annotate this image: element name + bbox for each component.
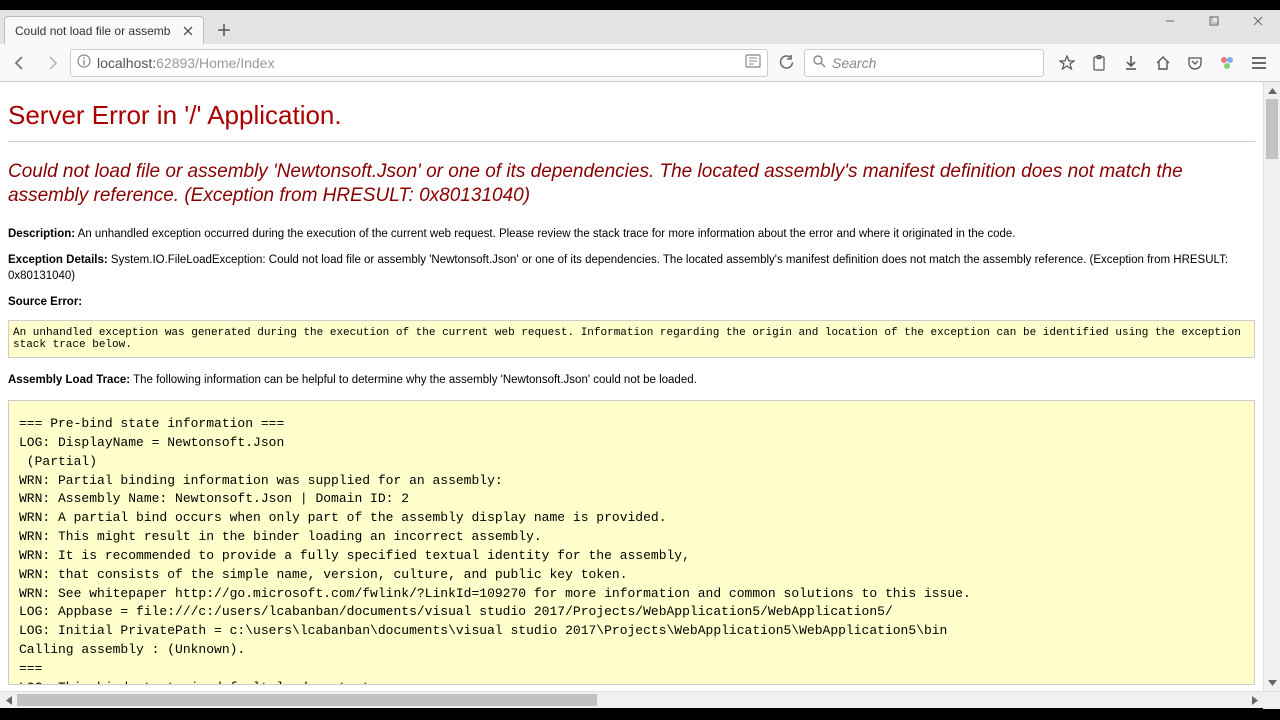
description-text: An unhandled exception occurred during t…	[78, 228, 1016, 240]
menu-icon[interactable]	[1244, 49, 1274, 77]
extension-icon[interactable]	[1212, 49, 1242, 77]
back-button[interactable]	[6, 49, 34, 77]
reader-mode-icon[interactable]	[745, 54, 761, 71]
new-tab-button[interactable]	[210, 16, 238, 44]
url-bar[interactable]: localhost:62893/Home/Index	[70, 49, 768, 77]
close-window-button[interactable]	[1236, 10, 1280, 32]
scroll-left-icon[interactable]	[0, 692, 17, 709]
horizontal-scrollbar-track[interactable]	[17, 692, 1246, 708]
search-placeholder: Search	[832, 55, 876, 71]
os-top-border	[0, 0, 1280, 10]
bookmark-star-icon[interactable]	[1052, 49, 1082, 77]
site-info-icon[interactable]	[77, 54, 91, 71]
viewport: Server Error in '/' Application. Could n…	[0, 82, 1280, 691]
exception-field: Exception Details: System.IO.FileLoadExc…	[8, 252, 1255, 284]
trace-intro: The following information can be helpful…	[133, 374, 697, 386]
horizontal-scrollbar-thumb[interactable]	[17, 694, 597, 706]
browser-window: Could not load file or assembly	[0, 10, 1280, 708]
downloads-icon[interactable]	[1116, 49, 1146, 77]
page-title: Server Error in '/' Application.	[8, 100, 1255, 142]
toolbar: localhost:62893/Home/Index Search	[0, 44, 1280, 82]
tab-strip: Could not load file or assembly	[0, 10, 1280, 44]
pocket-icon[interactable]	[1180, 49, 1210, 77]
close-icon[interactable]	[179, 22, 197, 40]
forward-button[interactable]	[38, 49, 66, 77]
window-controls	[1148, 10, 1280, 32]
browser-tab[interactable]: Could not load file or assembly	[4, 16, 204, 44]
description-field: Description: An unhandled exception occu…	[8, 226, 1255, 242]
scroll-up-icon[interactable]	[1264, 82, 1280, 99]
error-page: Server Error in '/' Application. Could n…	[0, 82, 1263, 691]
scrollbar-corner	[1263, 692, 1280, 709]
exception-text: System.IO.FileLoadException: Could not l…	[8, 254, 1228, 282]
error-heading: Could not load file or assembly 'Newtons…	[8, 160, 1255, 208]
trace-field: Assembly Load Trace: The following infor…	[8, 372, 1255, 388]
trace-label: Assembly Load Trace:	[8, 374, 130, 386]
toolbar-icons	[1052, 49, 1274, 77]
source-error-label: Source Error:	[8, 296, 82, 308]
clipboard-icon[interactable]	[1084, 49, 1114, 77]
tab-title: Could not load file or assembly	[15, 24, 171, 38]
vertical-scrollbar[interactable]	[1263, 82, 1280, 691]
vertical-scrollbar-thumb[interactable]	[1266, 99, 1278, 159]
horizontal-scrollbar[interactable]	[0, 691, 1280, 708]
scroll-down-icon[interactable]	[1264, 674, 1280, 691]
minimize-button[interactable]	[1148, 10, 1192, 32]
os-bottom-border	[0, 708, 1280, 720]
exception-label: Exception Details:	[8, 254, 108, 266]
description-label: Description:	[8, 228, 75, 240]
maximize-button[interactable]	[1192, 10, 1236, 32]
reload-button[interactable]	[772, 49, 800, 77]
search-bar[interactable]: Search	[804, 49, 1044, 77]
scroll-right-icon[interactable]	[1246, 692, 1263, 709]
home-icon[interactable]	[1148, 49, 1178, 77]
search-icon	[813, 55, 826, 71]
source-error-field: Source Error:	[8, 294, 1255, 310]
url-text: localhost:62893/Home/Index	[97, 55, 274, 71]
trace-box: === Pre-bind state information === LOG: …	[8, 400, 1255, 685]
source-error-box: An unhandled exception was generated dur…	[8, 320, 1255, 358]
